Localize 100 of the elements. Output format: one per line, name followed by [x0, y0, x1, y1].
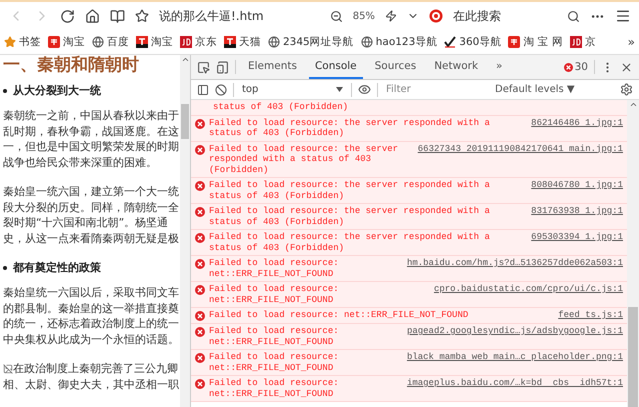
more-tabs-button[interactable]: » [490, 55, 508, 79]
search-icon[interactable] [567, 10, 580, 22]
console-error-message: Failed to load resource: net::ERR_FILE_NOT_FOUND [209, 284, 340, 305]
address-bar[interactable]: 说的那么牛逼!.htm [159, 8, 264, 24]
source-link[interactable]: imageplus.baidu.com/…k=bd cbs idh57t:1 [406, 378, 623, 388]
paragraph-line: 乱时期，春秋争霸，战国逐鹿。在这 [3, 124, 180, 139]
section-heading: 都有奠定性的政策 [13, 260, 101, 275]
favorite-star-icon[interactable] [135, 9, 149, 23]
tmall-logo-icon [136, 36, 148, 48]
jd-logo-icon [570, 36, 582, 48]
bookmark-item[interactable]: 淘宝 [136, 35, 173, 49]
source-link[interactable]: pagead2.googlesyndic…js/adsbygoogle.js:1 [406, 326, 623, 336]
console-error-message: Failed to load resource: net::ERR_FILE_NOT_FOUND [209, 310, 468, 320]
scrollbar-thumb[interactable] [181, 104, 189, 139]
bullet-icon [3, 88, 7, 92]
source-link[interactable]: 862146486 1.jpg:1 [531, 118, 623, 128]
bullet-icon [3, 266, 7, 270]
tmall-logo-icon [224, 36, 236, 48]
paragraph-line: 史，从这一点来看隋秦两朝无疑是极 [3, 230, 180, 246]
lightning-icon[interactable] [384, 10, 397, 22]
error-icon [195, 353, 205, 363]
error-icon [195, 144, 205, 154]
bookmark-item[interactable]: 2345网址导航 [268, 35, 354, 49]
console-error-message: status of 403 (Forbidden) [212, 102, 348, 112]
star-icon [4, 36, 16, 48]
source-link[interactable]: hm.baidu.com/hm.js?d…5136257dde062a503:1 [406, 258, 623, 268]
sogou-logo-icon[interactable] [428, 9, 443, 23]
context-dropdown[interactable]: top [240, 84, 345, 95]
paragraph-line: 战争也给民众带来深重的困难。 [3, 154, 158, 170]
jd-logo-icon [180, 36, 192, 48]
source-link[interactable]: black mamba web main…c placeholder.png:1 [406, 352, 623, 362]
devtools-tab[interactable]: Elements [242, 55, 303, 79]
console-error-message: Failed to load resource: net::ERR_FILE_NOT_FOUND [209, 378, 340, 399]
scrollbar-thumb[interactable] [628, 307, 638, 407]
error-icon [195, 181, 205, 191]
scroll-up-icon[interactable] [180, 55, 190, 64]
article-heading: 一、秦朝和隋朝时 [3, 55, 140, 75]
globe-icon [360, 36, 373, 48]
home-button[interactable] [85, 8, 100, 24]
clear-console-icon[interactable] [215, 84, 227, 96]
zoom-level: 85% [352, 10, 375, 22]
console-error-message: Failed to load resource: the server responded with a status of 403 (Forbidden) [209, 180, 491, 201]
console-error-message: Failed to load resource: net::ERR_FILE_NOT_FOUND [209, 352, 340, 373]
bookmark-item[interactable]: 淘宝 [48, 35, 85, 49]
image-alt-text: 在政治制度上秦朝完善了三公九卿 [13, 361, 178, 376]
console-error-message: Failed to load resource: the server responded with a status of 403 (Forbidden) [209, 206, 491, 227]
bookmark-item[interactable]: hao123导航 [360, 35, 438, 49]
paragraph-line: 中央集权从此成为一个永恒的话题。 [3, 332, 180, 347]
error-icon [195, 259, 205, 269]
devtools-tab[interactable]: Console [308, 55, 363, 79]
globe-icon [92, 36, 104, 48]
search-field[interactable]: 在此搜索 [452, 8, 501, 24]
section-heading: 从大分裂到大一统 [13, 83, 101, 98]
image-alt-text: 相、太尉、御史大夫，其中丞相一职 [3, 376, 180, 392]
error-icon [195, 207, 205, 217]
bookmark-item[interactable]: 百度 [92, 35, 129, 49]
sidebar-toggle-icon[interactable] [197, 84, 209, 96]
bookmark-item[interactable]: 京 [570, 35, 596, 49]
source-link[interactable]: 831763938 1.jpg:1 [531, 206, 623, 216]
source-link[interactable]: cpro.baidustatic.com/cpro/ui/c.js:1 [434, 284, 623, 294]
taobao-logo-icon [48, 36, 60, 48]
console-error-message: Failed to load resource: the server responded with a status of 403 (Forbidden) [209, 118, 491, 138]
devtools-tab[interactable]: Network [428, 55, 484, 79]
source-link[interactable]: 808046780 1.jpg:1 [531, 180, 623, 190]
bookmark-item[interactable]: 书签 [4, 35, 41, 49]
error-icon [195, 233, 205, 243]
error-icon [195, 118, 205, 128]
menu-icon[interactable] [615, 8, 632, 24]
zoom-out-icon[interactable] [330, 10, 343, 22]
device-toolbar-icon[interactable] [216, 60, 229, 74]
inspect-icon[interactable] [197, 60, 210, 74]
scroll-up-icon[interactable] [628, 100, 638, 109]
console-error-message: Failed to load resource: the server responded with a status of 403 (Forbidden) [209, 144, 400, 175]
source-link[interactable]: feed ts.js:1 [558, 310, 623, 320]
bookmark-item[interactable]: 360导航 [444, 35, 502, 49]
bookmark-item[interactable]: 天猫 [224, 35, 261, 49]
error-count-badge[interactable]: 30 [564, 61, 588, 73]
checkmark-logo-icon [444, 36, 456, 48]
paragraph-line: 的郡县制。秦始皇的这一举措直接奠 [3, 300, 180, 316]
reload-button[interactable] [60, 8, 75, 24]
close-icon[interactable] [620, 60, 633, 74]
paragraph-line: 秦朝统一之前，中国从春秋以来由于 [3, 108, 180, 124]
bookmark-item[interactable]: 淘 宝 网 [508, 35, 564, 49]
source-link[interactable]: 66327343 201911190842170641 main.jpg:1 [418, 144, 623, 154]
devtools-tab[interactable]: Sources [368, 55, 422, 79]
source-link[interactable]: 695303394 1.jpg:1 [531, 232, 623, 242]
error-icon [195, 327, 205, 337]
bookmark-item[interactable]: 京东 [180, 35, 217, 49]
console-error-message: Failed to load resource: net::ERR_FILE_NOT_FOUND [209, 326, 340, 347]
paragraph-line: 裂时期“十六国和南北朝”。杨坚通 [3, 215, 170, 230]
caret-icon [336, 87, 343, 92]
console-error-message: Failed to load resource: the server responded with a status of 403 (Forbidden) [209, 232, 491, 253]
error-icon [195, 285, 205, 295]
paragraph-line: 的统一，还标志着政治制度上的统一 [3, 316, 180, 332]
settings-icon[interactable] [620, 83, 633, 96]
paragraph-line: 段大分裂的历史。同样，隋朝统一全 [3, 200, 180, 215]
more-bookmarks-button[interactable]: » [628, 35, 635, 49]
levels-dropdown[interactable]: Default levels ▼ [489, 83, 581, 96]
book-icon[interactable] [110, 8, 125, 24]
eye-icon[interactable] [358, 83, 371, 96]
